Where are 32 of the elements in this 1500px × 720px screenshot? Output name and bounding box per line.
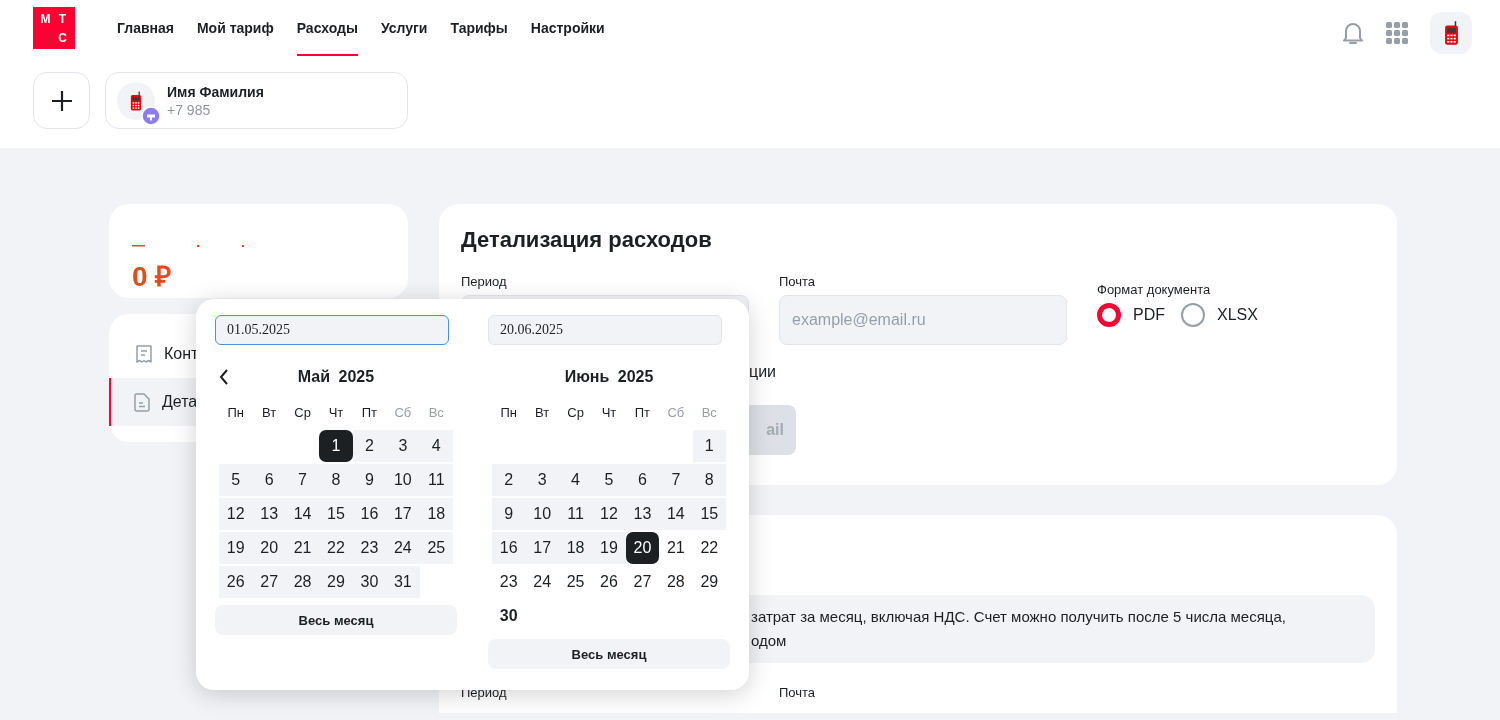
menu-label: Конт bbox=[164, 345, 199, 363]
info-text: одом bbox=[751, 631, 788, 651]
weekday-label: Ср bbox=[566, 404, 585, 420]
weekday-label: Вт bbox=[534, 404, 551, 420]
weekday-label: Вс bbox=[427, 404, 445, 420]
weekday-label: Вт bbox=[261, 404, 278, 420]
month-title: Июнь 2025 bbox=[564, 368, 654, 386]
account-phone: +7 985 bbox=[167, 101, 212, 118]
weekday-label: Пт bbox=[633, 404, 652, 420]
card-title: Детализация расходов bbox=[461, 226, 713, 254]
logo-letter: М bbox=[39, 10, 52, 28]
logo-letter: С bbox=[57, 29, 68, 47]
account-name: Имя Фамилия bbox=[167, 83, 264, 100]
weekday-label: Чт bbox=[327, 404, 345, 420]
option-text: ции bbox=[749, 363, 778, 381]
logo-letter: Т bbox=[57, 10, 68, 28]
field-label: Период bbox=[461, 274, 508, 289]
field-label: Формат документа bbox=[1097, 282, 1212, 297]
field-label: Почта bbox=[779, 274, 817, 289]
weekday-label: Пн bbox=[226, 404, 245, 420]
weekday-label: Сб bbox=[666, 404, 686, 420]
weekday-label: Вс bbox=[700, 404, 718, 420]
weekday-label: Ср bbox=[293, 404, 312, 420]
info-text: затрат за месяц, включая НДС. Счет можно получить после 5 числа месяца, bbox=[751, 607, 1287, 627]
weekday-label: Пт bbox=[360, 404, 379, 420]
weekday-label: Пн bbox=[499, 404, 518, 420]
weekday-label: Чт bbox=[600, 404, 618, 420]
menu-label: Дета bbox=[162, 393, 198, 411]
month-title: Май 2025 bbox=[297, 368, 375, 386]
weekday-label: Сб bbox=[393, 404, 413, 420]
field-label: Почта bbox=[779, 685, 816, 700]
balance-amount: 0 ₽ bbox=[132, 260, 173, 294]
